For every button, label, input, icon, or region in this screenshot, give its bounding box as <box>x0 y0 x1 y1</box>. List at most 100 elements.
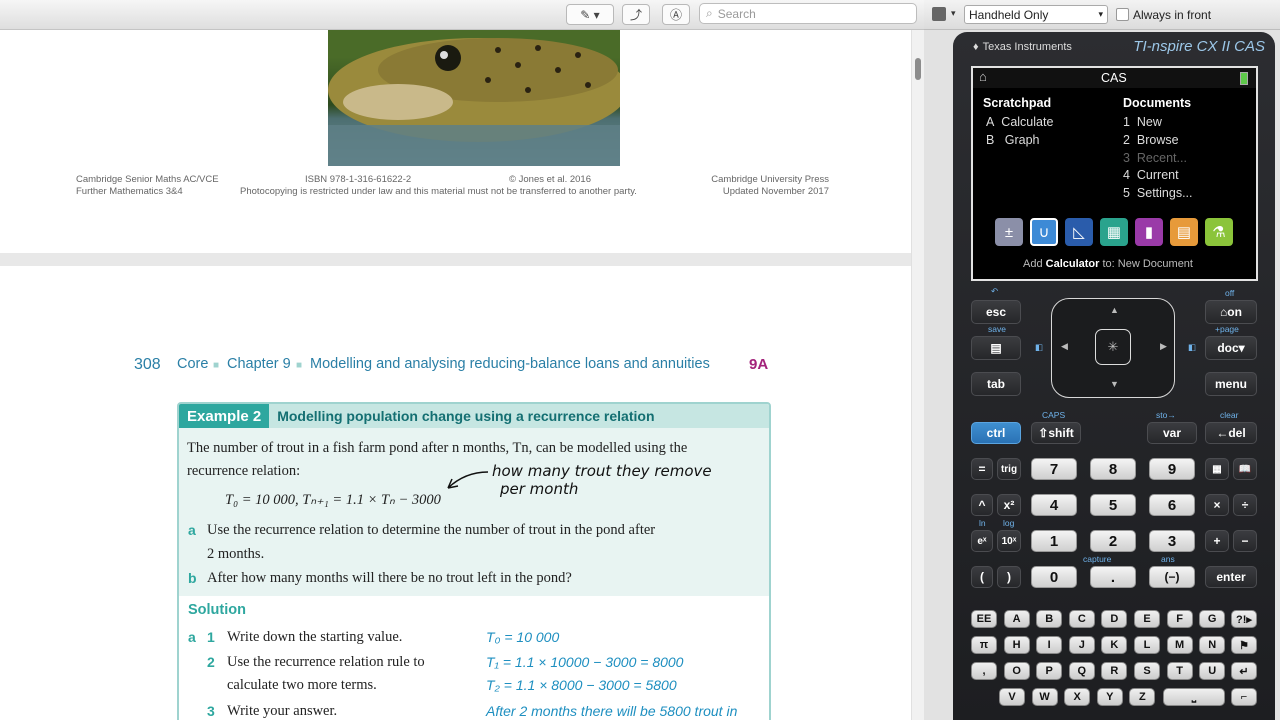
flag-key[interactable]: ⚑ <box>1231 636 1257 654</box>
template-key[interactable]: ▦ <box>1205 458 1229 480</box>
ctrl-key[interactable]: ctrl <box>971 422 1021 444</box>
sym-key[interactable]: ?!▸ <box>1231 610 1257 628</box>
key-n[interactable]: N <box>1199 636 1226 654</box>
key-q[interactable]: Q <box>1068 662 1095 680</box>
key-9[interactable]: 9 <box>1149 458 1195 480</box>
key-y[interactable]: Y <box>1096 688 1123 706</box>
tab-key[interactable]: tab <box>971 372 1021 396</box>
calculator-app-icon[interactable]: ± <box>995 218 1023 246</box>
key-1[interactable]: 1 <box>1031 530 1077 552</box>
key-x[interactable]: X <box>1064 688 1091 706</box>
keypad-icon[interactable] <box>932 7 946 21</box>
search-field[interactable]: ⌕ Search <box>699 3 917 24</box>
home-on-key[interactable]: ⌂ on <box>1205 300 1257 324</box>
key-d[interactable]: D <box>1101 610 1128 628</box>
key-f[interactable]: F <box>1166 610 1193 628</box>
square-key[interactable]: x² <box>997 494 1021 516</box>
key-a[interactable]: A <box>1003 610 1030 628</box>
equals-key[interactable]: = <box>971 458 993 480</box>
key-2[interactable]: 2 <box>1090 530 1136 552</box>
key-8[interactable]: 8 <box>1090 458 1136 480</box>
scratch-b[interactable]: B Graph <box>986 133 1040 147</box>
key-j[interactable]: J <box>1068 636 1095 654</box>
shift-key[interactable]: ⇧ shift <box>1031 422 1081 444</box>
scratch-a[interactable]: A Calculate <box>986 115 1053 129</box>
key-0[interactable]: 0 <box>1031 566 1077 588</box>
doc-key[interactable]: doc ▾ <box>1205 336 1257 360</box>
key-6[interactable]: 6 <box>1149 494 1195 516</box>
var-key[interactable]: var <box>1147 422 1197 444</box>
esc-key[interactable]: esc <box>971 300 1021 324</box>
vernier-app-icon[interactable]: ⚗ <box>1205 218 1233 246</box>
emulator-toolbar: ▾ Handheld Only ▾ Always in front <box>924 0 1280 30</box>
key-k[interactable]: K <box>1101 636 1128 654</box>
graphs-app-icon[interactable]: ∪ <box>1030 218 1058 246</box>
key-r[interactable]: R <box>1101 662 1128 680</box>
key-p[interactable]: P <box>1036 662 1063 680</box>
rotate-button[interactable]: ⤴ <box>622 4 650 25</box>
space-key[interactable]: ⎵ <box>1163 688 1225 706</box>
minus-key[interactable]: − <box>1233 530 1257 552</box>
doc-browse[interactable]: 2 Browse <box>1123 133 1179 147</box>
key-w[interactable]: W <box>1031 688 1058 706</box>
scratchpad-key[interactable]: ▤ <box>971 336 1021 360</box>
key-o[interactable]: O <box>1003 662 1030 680</box>
negative-key[interactable]: (−) <box>1149 566 1195 588</box>
touchpad[interactable]: ▲ ▼ ◀ ▶ ✳ <box>1051 298 1175 398</box>
trig-key[interactable]: trig <box>997 458 1021 480</box>
fn-key[interactable]: ⌐ <box>1231 688 1257 706</box>
lists-app-icon[interactable]: ▦ <box>1100 218 1128 246</box>
key-z[interactable]: Z <box>1129 688 1156 706</box>
key-m[interactable]: M <box>1166 636 1193 654</box>
key-v[interactable]: V <box>999 688 1025 706</box>
times-key[interactable]: × <box>1205 494 1229 516</box>
plus-key[interactable]: + <box>1205 530 1229 552</box>
return-key[interactable]: ↵ <box>1231 662 1257 680</box>
tenx-key[interactable]: 10ˣ <box>997 530 1021 552</box>
chevron-down-icon[interactable]: ▾ <box>951 8 956 19</box>
markup-button[interactable]: ✎ ▾ <box>566 4 614 25</box>
scrollbar-thumb[interactable] <box>915 58 921 80</box>
menu-key[interactable]: menu <box>1205 372 1257 396</box>
notes-app-icon[interactable]: ▤ <box>1170 218 1198 246</box>
doc-new[interactable]: 1 New <box>1123 115 1162 129</box>
del-key[interactable]: ← del <box>1205 422 1257 444</box>
comma-key[interactable]: , <box>971 662 997 680</box>
doc-settings[interactable]: 5 Settings... <box>1123 186 1193 200</box>
divide-key[interactable]: ÷ <box>1233 494 1257 516</box>
doc-current[interactable]: 4 Current <box>1123 168 1179 182</box>
key-s[interactable]: S <box>1134 662 1160 680</box>
view-mode-select[interactable]: Handheld Only ▾ <box>964 5 1108 24</box>
key-4[interactable]: 4 <box>1031 494 1077 516</box>
key-3[interactable]: 3 <box>1149 530 1195 552</box>
key-7[interactable]: 7 <box>1031 458 1077 480</box>
key-h[interactable]: H <box>1003 636 1030 654</box>
part-b-label: b <box>188 570 197 586</box>
rparen-key[interactable]: ) <box>997 566 1021 588</box>
always-front-checkbox[interactable] <box>1116 8 1129 21</box>
key-i[interactable]: I <box>1036 636 1063 654</box>
key-g[interactable]: G <box>1199 610 1226 628</box>
vertical-scrollbar[interactable] <box>911 30 924 720</box>
key-e[interactable]: E <box>1134 610 1160 628</box>
decimal-key[interactable]: . <box>1090 566 1136 588</box>
step1-num: 1 <box>207 629 215 645</box>
key-c[interactable]: C <box>1068 610 1095 628</box>
catalog-key[interactable]: 📖 <box>1233 458 1257 480</box>
doc-recent[interactable]: 3 Recent... <box>1123 151 1187 165</box>
key-u[interactable]: U <box>1199 662 1226 680</box>
key-5[interactable]: 5 <box>1090 494 1136 516</box>
geometry-app-icon[interactable]: ◺ <box>1065 218 1093 246</box>
key-l[interactable]: L <box>1134 636 1160 654</box>
key-t[interactable]: T <box>1166 662 1193 680</box>
enter-key[interactable]: enter <box>1205 566 1257 588</box>
data-app-icon[interactable]: ▮ <box>1135 218 1163 246</box>
pi-key[interactable]: π <box>971 636 997 654</box>
click-center[interactable]: ✳ <box>1095 329 1131 365</box>
ee-key[interactable]: EE <box>971 610 997 628</box>
exp-key[interactable]: eˣ <box>971 530 993 552</box>
power-key[interactable]: ^ <box>971 494 993 516</box>
annotate-button[interactable]: Ⓐ <box>662 4 690 25</box>
key-b[interactable]: B <box>1036 610 1063 628</box>
lparen-key[interactable]: ( <box>971 566 993 588</box>
